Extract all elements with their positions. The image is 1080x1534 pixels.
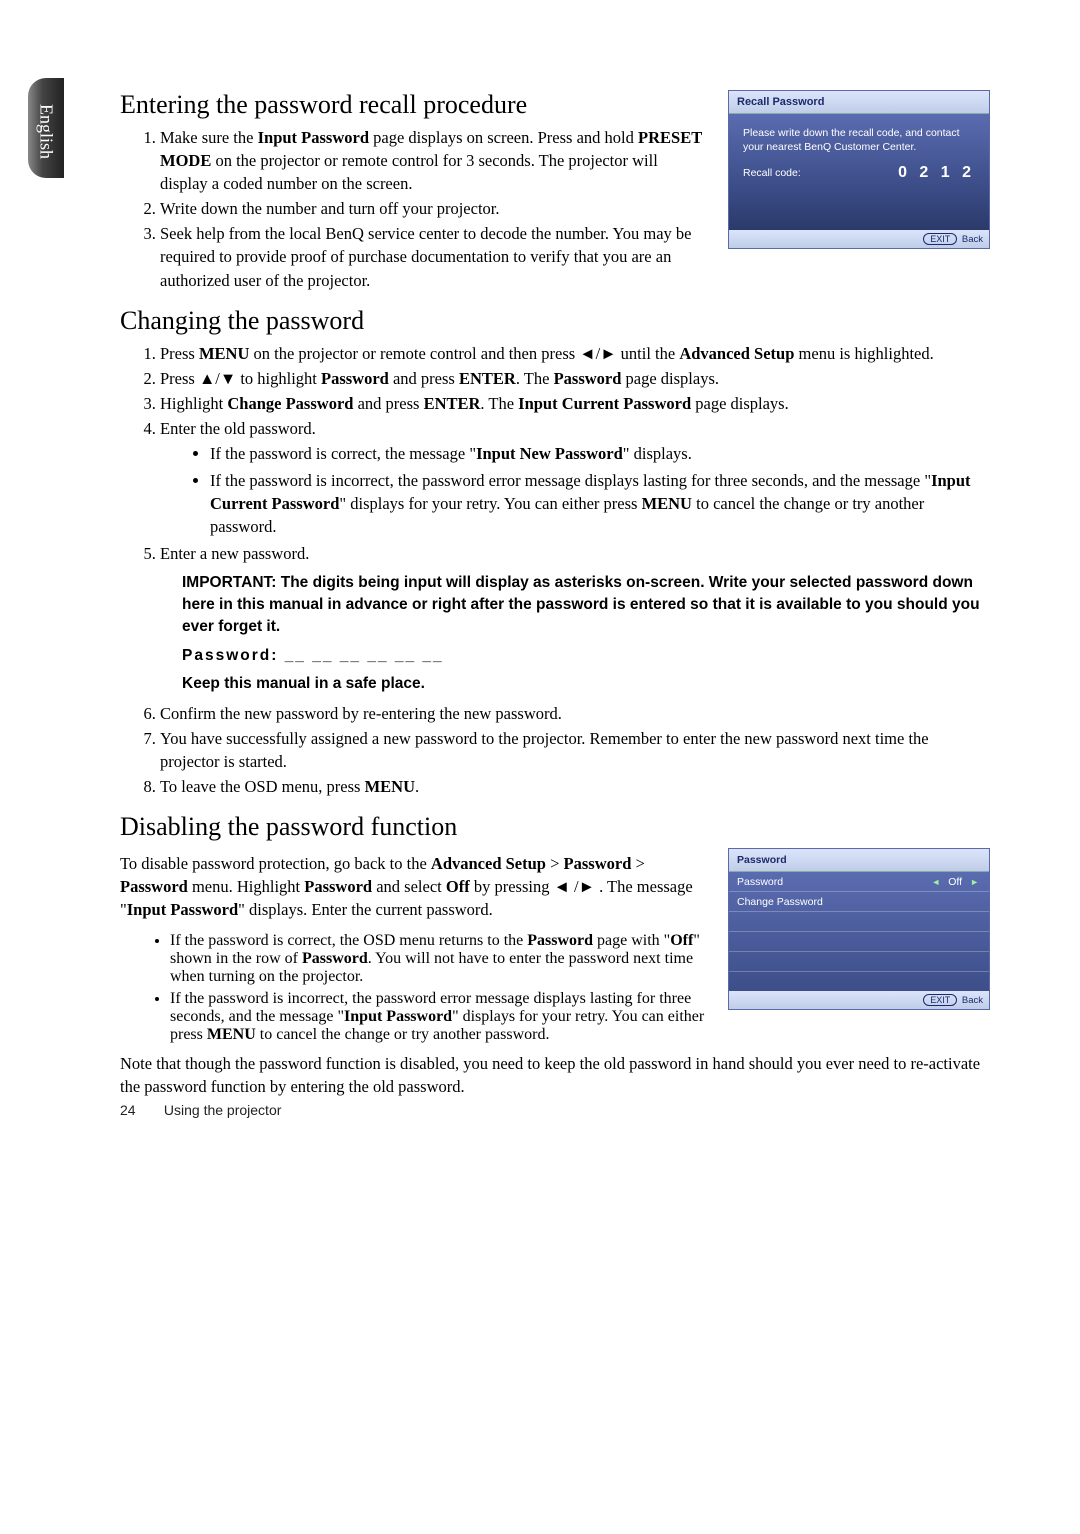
osd-row-empty: [729, 952, 989, 972]
section-heading-changing: Changing the password: [120, 306, 990, 336]
list-item: To leave the OSD menu, press MENU.: [160, 775, 990, 798]
important-note: IMPORTANT: The digits being input will d…: [182, 572, 990, 639]
list-item: You have successfully assigned a new pas…: [160, 727, 990, 773]
list-item: Press MENU on the projector or remote co…: [160, 342, 990, 365]
list-item: Confirm the new password by re-entering …: [160, 702, 990, 725]
page-footer: 24 Using the projector: [120, 1102, 281, 1118]
list-item: Press ▲/▼ to highlight Password and pres…: [160, 367, 990, 390]
password-blank-line: Password: __ __ __ __ __ __: [182, 645, 990, 667]
language-tab: English: [28, 78, 64, 178]
footer-label: Using the projector: [164, 1102, 282, 1118]
page: English Recall Password Please write dow…: [0, 0, 1080, 1168]
recall-code-label: Recall code:: [743, 167, 801, 179]
off-value: Off: [948, 876, 962, 888]
osd-info-text: Please write down the recall code, and c…: [743, 126, 975, 154]
recall-password-osd: Recall Password Please write down the re…: [728, 90, 990, 249]
content-area: Recall Password Please write down the re…: [120, 90, 990, 1098]
list-item: Highlight Change Password and press ENTE…: [160, 392, 990, 415]
list-item: If the password is incorrect, the passwo…: [210, 469, 990, 538]
page-number: 24: [120, 1102, 160, 1118]
list-item: Enter the old password. If the password …: [160, 417, 990, 538]
disable-note: Note that though the password function i…: [120, 1052, 990, 1098]
list-item: If the password is correct, the message …: [210, 442, 990, 465]
osd-row-empty: [729, 932, 989, 952]
back-label: Back: [962, 234, 983, 245]
back-label: Back: [962, 995, 983, 1006]
exit-button[interactable]: EXIT: [923, 233, 957, 245]
exit-button[interactable]: EXIT: [923, 994, 957, 1006]
osd-row-empty: [729, 972, 989, 991]
changing-steps: Press MENU on the projector or remote co…: [120, 342, 990, 799]
section-heading-disabling: Disabling the password function: [120, 812, 990, 842]
osd-row-empty: [729, 912, 989, 932]
right-arrow-icon[interactable]: ►: [968, 877, 981, 887]
keep-note: Keep this manual in a safe place.: [182, 673, 990, 695]
osd-row-change-password[interactable]: Change Password: [729, 892, 989, 912]
osd-row-password[interactable]: Password ◄ Off ►: [729, 872, 989, 892]
left-arrow-icon[interactable]: ◄: [929, 877, 942, 887]
list-item: Enter a new password. IMPORTANT: The dig…: [160, 542, 990, 695]
osd-title: Password: [729, 849, 989, 872]
osd-title: Recall Password: [729, 91, 989, 114]
password-osd: Password Password ◄ Off ► Change Passwor…: [728, 848, 990, 1010]
recall-code-value: 0 2 1 2: [898, 164, 975, 182]
